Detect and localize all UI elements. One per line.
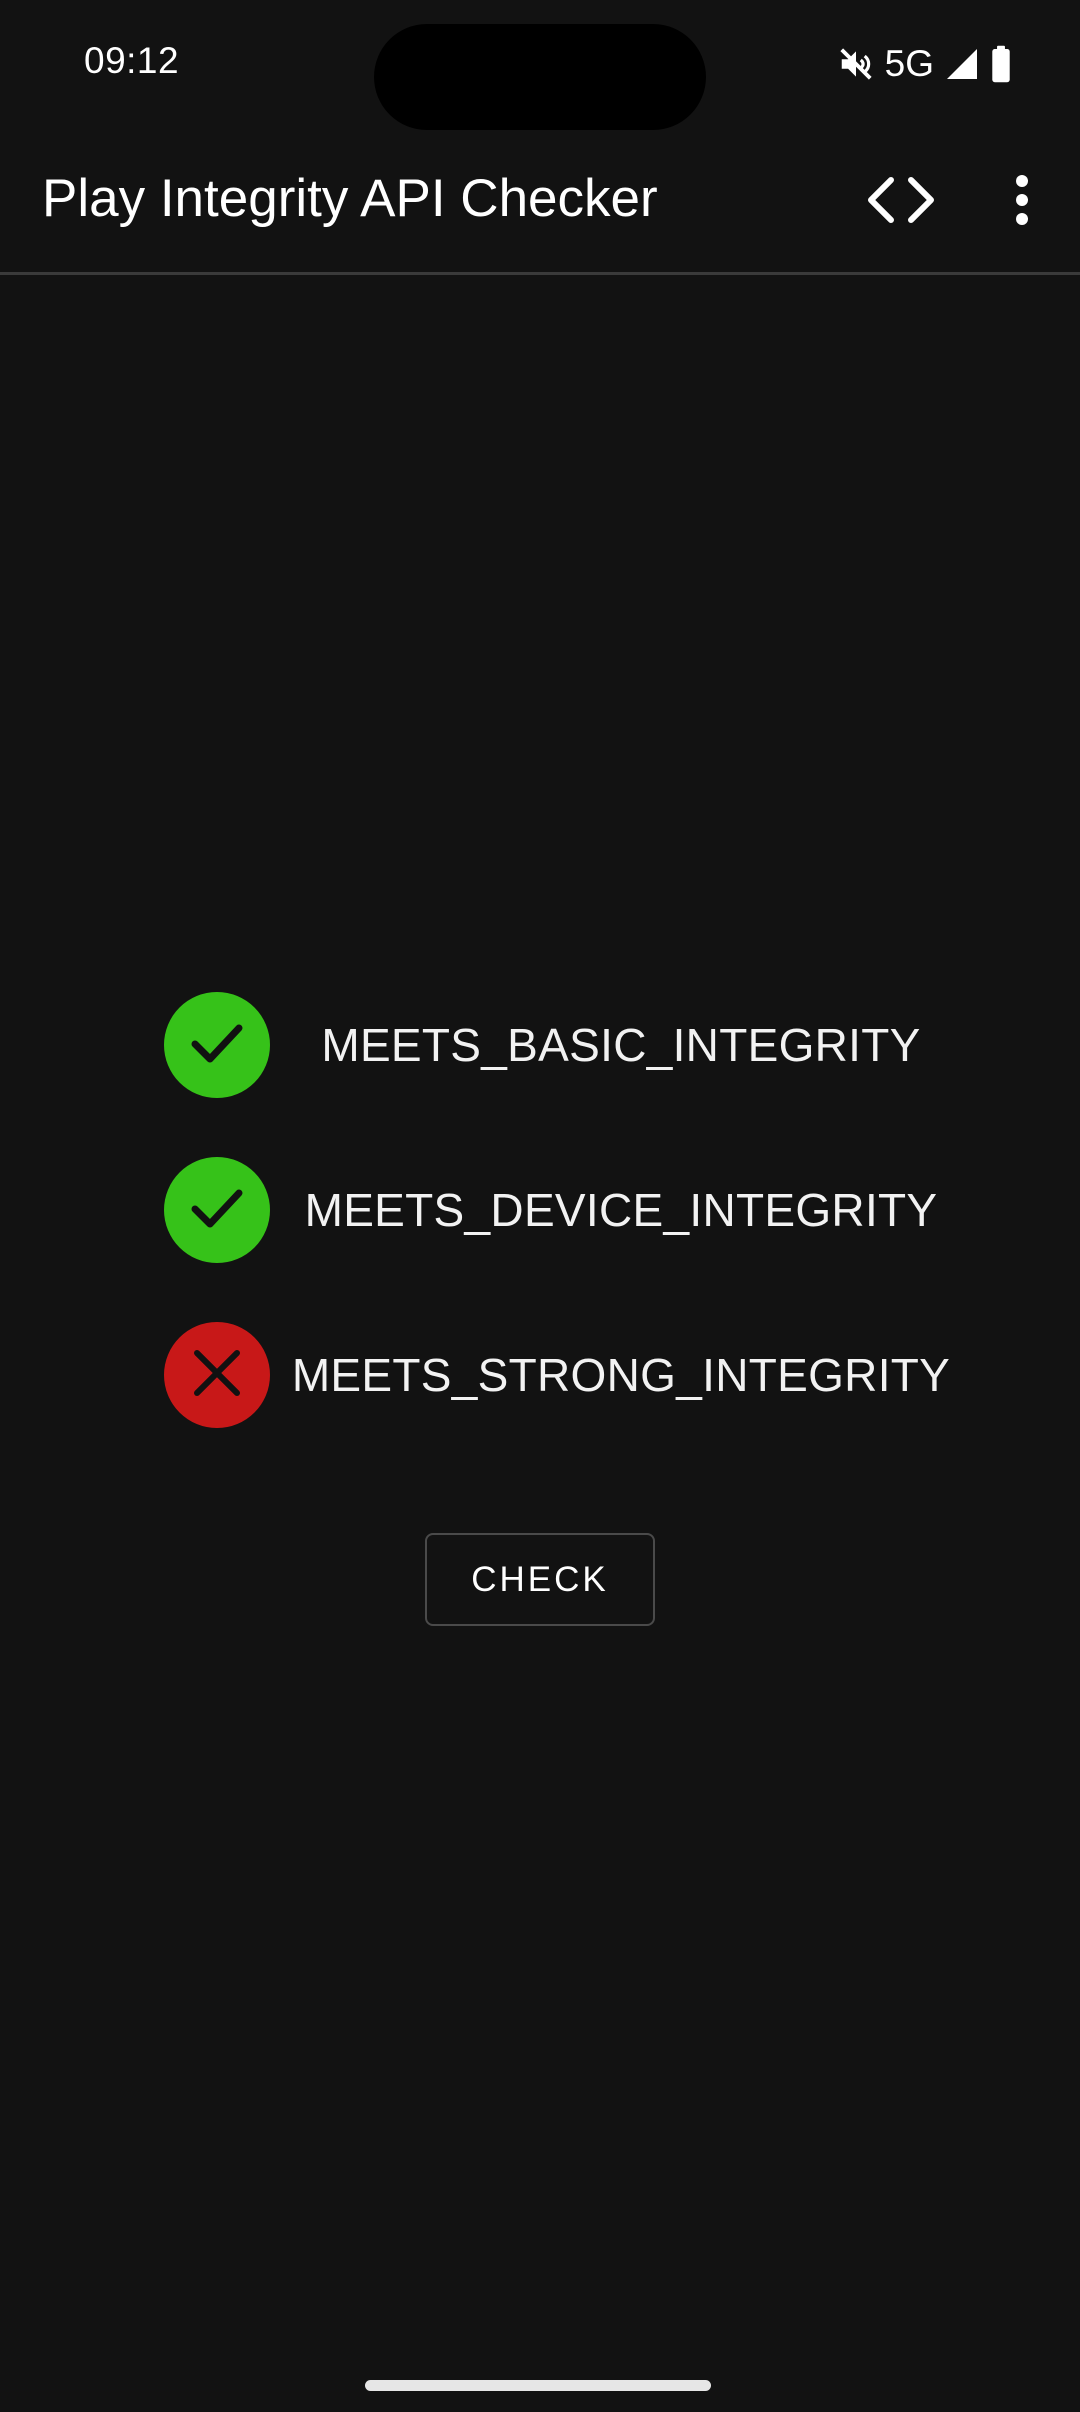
check-icon: [187, 1013, 247, 1078]
pass-indicator: [164, 992, 270, 1098]
result-row-device: MEETS_DEVICE_INTEGRITY: [0, 1157, 1080, 1267]
mute-icon: [837, 45, 875, 83]
network-type: 5G: [884, 43, 934, 84]
status-icons: 5G: [837, 40, 1012, 88]
result-row-basic: MEETS_BASIC_INTEGRITY: [0, 992, 1080, 1102]
status-time: 09:12: [84, 40, 180, 81]
home-indicator[interactable]: [365, 2380, 711, 2391]
fail-indicator: [164, 1322, 270, 1428]
camera-cutout: [374, 24, 706, 130]
status-bar: 09:12 5G: [0, 0, 1080, 130]
result-label: MEETS_STRONG_INTEGRITY: [291, 1349, 951, 1401]
close-icon: [189, 1345, 245, 1406]
overflow-menu-button[interactable]: [1000, 166, 1044, 238]
page-title: Play Integrity API Checker: [42, 169, 658, 228]
check-icon: [187, 1178, 247, 1243]
pass-indicator: [164, 1157, 270, 1263]
signal-icon: [944, 46, 980, 82]
code-button[interactable]: [858, 166, 944, 238]
result-row-strong: MEETS_STRONG_INTEGRITY: [0, 1322, 1080, 1432]
battery-icon: [990, 45, 1012, 83]
more-vert-icon: [1014, 174, 1030, 230]
check-button[interactable]: CHECK: [425, 1533, 655, 1626]
result-label: MEETS_BASIC_INTEGRITY: [321, 1019, 921, 1071]
code-icon: [863, 174, 939, 231]
result-label: MEETS_DEVICE_INTEGRITY: [304, 1184, 938, 1236]
app-bar: Play Integrity API Checker: [0, 130, 1080, 275]
